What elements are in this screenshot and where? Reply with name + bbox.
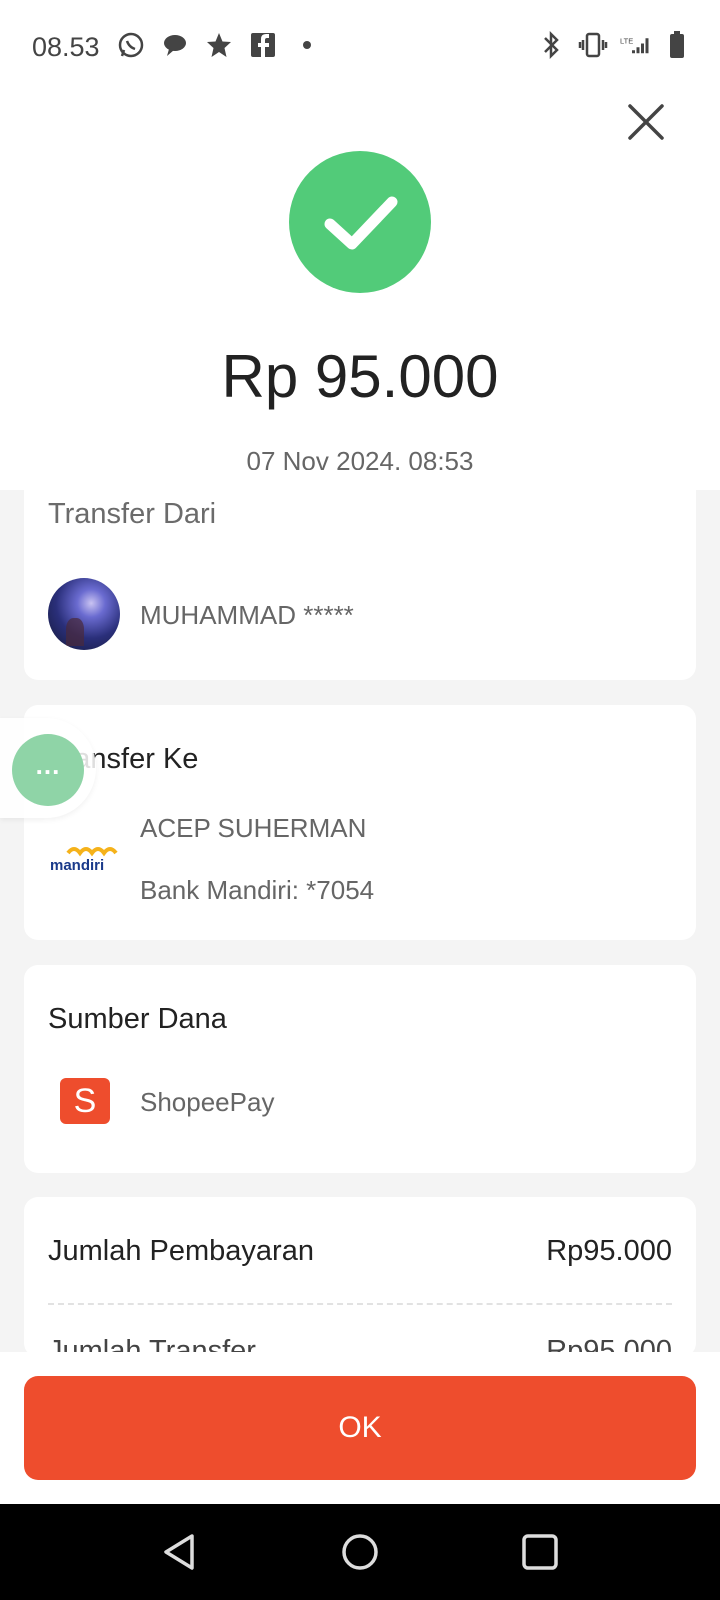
recents-button[interactable] (514, 1526, 566, 1578)
back-button[interactable] (154, 1526, 206, 1578)
checkmark-icon (324, 196, 398, 250)
svg-text:LTE: LTE (620, 37, 633, 46)
source-of-funds-title: Sumber Dana (48, 1003, 227, 1035)
navigation-bar (0, 1504, 720, 1600)
source-of-funds-card: Sumber Dana S ShopeePay (24, 965, 696, 1173)
shopeepay-icon: S (60, 1078, 110, 1124)
payment-method: ShopeePay (140, 1087, 275, 1117)
transfer-to-card: Transfer Ke mandiri ACEP SUHERMAN Bank M… (24, 705, 696, 940)
recents-icon (522, 1534, 558, 1570)
lte-signal-icon: LTE (620, 30, 650, 60)
dot-icon (292, 30, 322, 60)
bluetooth-icon (536, 30, 566, 60)
sender-name: MUHAMMAD ***** (140, 600, 354, 630)
transfer-from-title: Transfer Dari (48, 498, 217, 530)
status-time: 08.53 (32, 32, 100, 62)
mandiri-logo-text: mandiri (50, 857, 105, 874)
transaction-amount: Rp 95.000 (221, 343, 499, 410)
home-button[interactable] (334, 1526, 386, 1578)
recipient-bank: Bank Mandiri: *7054 (140, 875, 375, 905)
transfer-from-card: Transfer Dari MUHAMMAD ***** (24, 470, 696, 680)
total-payment-label: Jumlah Pembayaran (48, 1235, 314, 1267)
payment-summary-card: Jumlah Pembayaran Rp95.000 Jumlah Transf… (24, 1197, 696, 1357)
home-icon (342, 1534, 378, 1570)
battery-icon (662, 30, 692, 60)
more-dots-icon: ... (35, 749, 61, 780)
shopeepay-logo-letter: S (73, 1081, 97, 1120)
recipient-name: ACEP SUHERMAN (140, 813, 367, 843)
status-bar: 08.53 LTE (0, 0, 720, 96)
notification-icons (116, 30, 322, 60)
facebook-icon (248, 30, 278, 60)
more-options-button[interactable]: ... (12, 734, 84, 806)
close-icon (628, 104, 664, 140)
divider (48, 1303, 672, 1305)
whatsapp-icon (116, 30, 146, 60)
ok-button[interactable]: OK (24, 1376, 696, 1480)
star-icon (204, 30, 234, 60)
system-icons: LTE (536, 30, 692, 60)
chat-bubble-icon (160, 30, 190, 60)
avatar (48, 578, 120, 650)
success-check (289, 151, 431, 293)
vibrate-icon (578, 30, 608, 60)
back-icon (164, 1534, 194, 1570)
close-button[interactable] (624, 100, 668, 144)
mandiri-logo-icon: mandiri (48, 843, 120, 879)
total-payment-value: Rp95.000 (546, 1235, 672, 1267)
